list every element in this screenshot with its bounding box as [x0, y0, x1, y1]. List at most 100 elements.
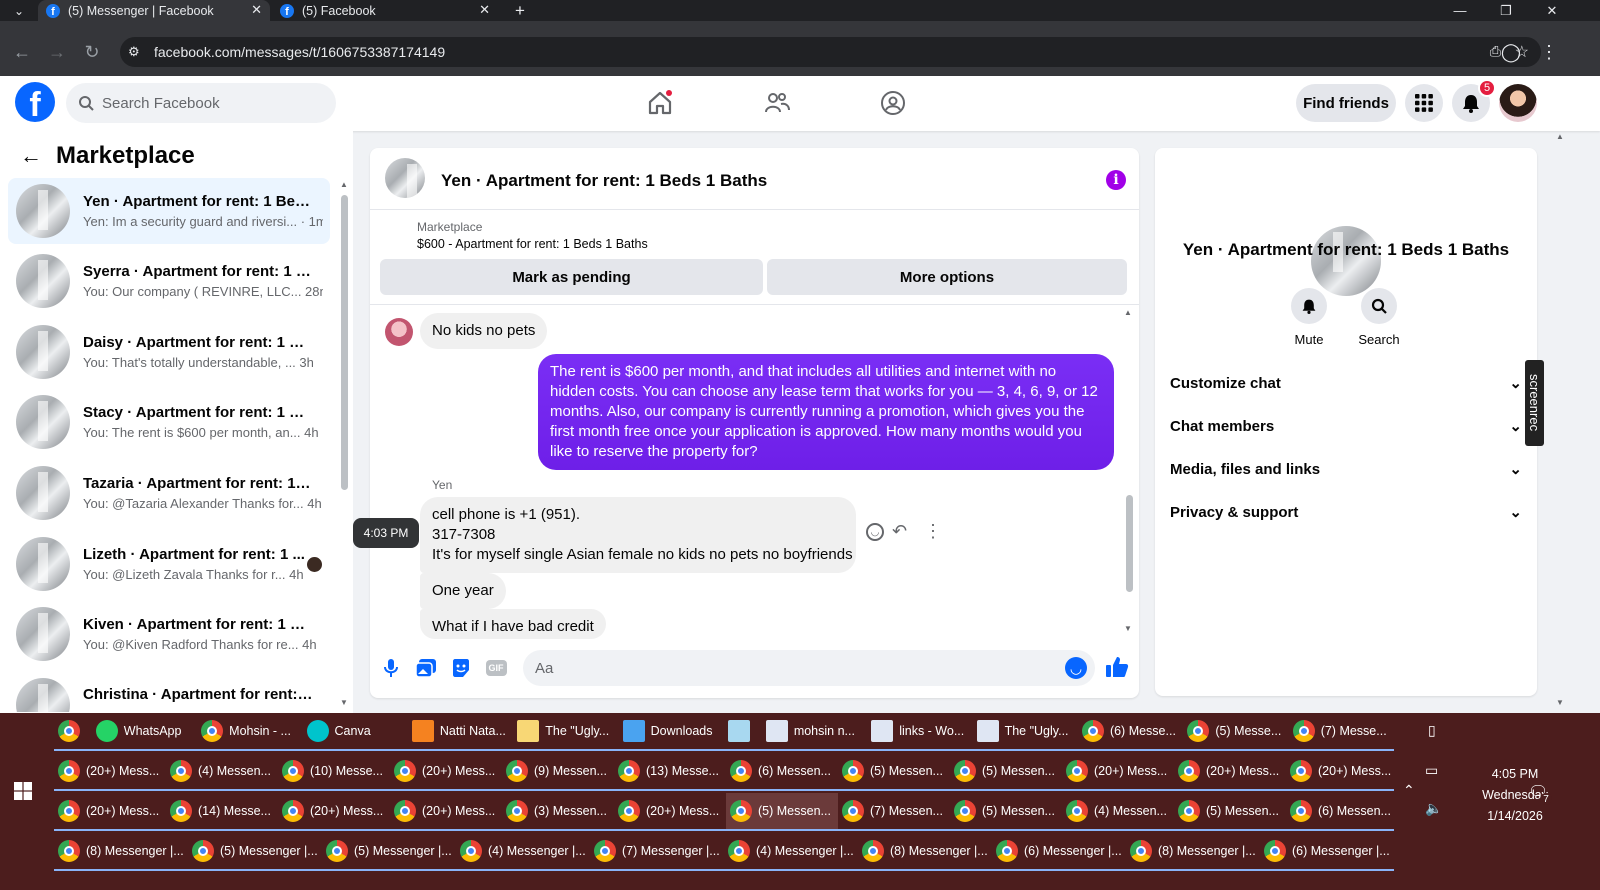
network-icon[interactable]: ▭ — [1425, 762, 1438, 779]
menu-button[interactable] — [1405, 84, 1443, 122]
taskbar-app-word[interactable]: links - Wo... — [867, 713, 973, 751]
privacy-support-row[interactable]: Privacy & support ⌄ — [1170, 503, 1522, 522]
taskbar-app-chrome[interactable]: (8) Messenger |... — [54, 833, 188, 871]
chat-listing-thumbnail[interactable] — [385, 158, 425, 198]
thumbs-up-icon[interactable] — [1105, 655, 1129, 682]
message-bubble-outgoing[interactable]: The rent is $600 per month, and that inc… — [538, 354, 1114, 470]
show-hidden-icons-chevron[interactable]: ⌃ — [1403, 782, 1415, 799]
taskbar-app-word[interactable]: The "Ugly... — [972, 713, 1078, 751]
taskbar-app-chrome[interactable]: (9) Messen... — [502, 753, 614, 791]
reload-icon[interactable]: ↻ — [78, 38, 106, 66]
facebook-logo-icon[interactable]: f — [15, 82, 55, 122]
taskbar-app-chrome[interactable]: (4) Messen... — [166, 753, 278, 791]
tab-messenger[interactable]: f (5) Messenger | Facebook ✕ — [38, 0, 270, 21]
screenrec-widget[interactable]: screenrec — [1525, 360, 1544, 446]
scroll-up-arrow[interactable]: ▲ — [1124, 308, 1132, 317]
chat-members-row[interactable]: Chat members ⌄ — [1170, 417, 1522, 436]
taskbar-app-chrome[interactable]: (4) Messenger |... — [724, 833, 858, 871]
conversation-item[interactable]: Syerra · Apartment for rent: 1 Be... You:… — [8, 248, 330, 314]
taskbar-app-chrome[interactable]: (5) Messen... — [838, 753, 950, 791]
message-bubble-incoming[interactable]: One year — [420, 573, 506, 609]
forward-icon[interactable]: → — [43, 38, 71, 66]
message-bubble-incoming[interactable]: No kids no pets — [420, 313, 548, 349]
minimize-button[interactable]: — — [1437, 0, 1483, 21]
taskbar-app-notepad[interactable] — [724, 713, 762, 751]
close-tab-icon[interactable]: ✕ — [479, 2, 490, 18]
emoji-icon[interactable]: ◡ — [1065, 657, 1087, 679]
taskbar-app-chrome[interactable]: (8) Messenger |... — [858, 833, 992, 871]
start-button[interactable] — [14, 782, 32, 803]
taskbar-app-chrome[interactable]: (8) Messenger |... — [1126, 833, 1260, 871]
taskbar-app-chrome[interactable]: (20+) Mess... — [390, 793, 502, 831]
customize-chat-row[interactable]: Customize chat ⌄ — [1170, 374, 1522, 393]
chat-title[interactable]: Yen · Apartment for rent: 1 Beds 1 Baths — [441, 171, 767, 191]
back-icon[interactable]: ← — [8, 38, 36, 66]
taskbar-app-chrome[interactable]: (6) Messe... — [1077, 713, 1184, 751]
microphone-icon[interactable] — [380, 657, 402, 679]
nav-home-button[interactable] — [605, 83, 715, 123]
tab-facebook[interactable]: f (5) Facebook ✕ — [272, 0, 498, 21]
taskbar-app-chrome[interactable]: (14) Messe... — [166, 793, 278, 831]
react-icon[interactable]: ◡ — [866, 523, 884, 541]
search-facebook-input[interactable]: Search Facebook — [66, 83, 336, 123]
taskbar-app-chrome[interactable]: (6) Messenger |... — [1260, 833, 1394, 871]
details-listing-thumbnail[interactable] — [1311, 226, 1381, 296]
taskbar-app-chrome[interactable]: (20+) Mess... — [1174, 753, 1286, 791]
menu-dots-icon[interactable]: ⋮ — [1535, 38, 1563, 66]
taskbar-app-chrome[interactable]: (4) Messen... — [1062, 793, 1174, 831]
conversation-item[interactable]: Lizeth · Apartment for rent: 1 ... You: @… — [8, 531, 330, 597]
taskbar-app-chrome[interactable]: (13) Messe... — [614, 753, 726, 791]
taskbar-app-chrome[interactable]: (20+) Mess... — [54, 753, 166, 791]
scroll-down-arrow[interactable]: ▼ — [340, 698, 348, 707]
close-tab-icon[interactable]: ✕ — [251, 2, 262, 18]
taskbar-app-chrome[interactable]: (20+) Mess... — [278, 793, 390, 831]
more-options-button[interactable]: More options — [767, 259, 1127, 295]
taskbar-app-chrome[interactable]: (5) Messenger |... — [188, 833, 322, 871]
conversation-item[interactable]: Stacy · Apartment for rent: 1 Bed... You:… — [8, 389, 330, 455]
taskbar-app-chrome[interactable]: (20+) Mess... — [1286, 753, 1394, 791]
taskbar-app-chrome[interactable]: (6) Messen... — [1286, 793, 1394, 831]
taskbar-app-vlc[interactable]: Natti Nata... — [407, 713, 514, 751]
mark-as-pending-button[interactable]: Mark as pending — [380, 259, 763, 295]
message-bubble-incoming[interactable]: What if I have bad credit — [420, 609, 606, 639]
account-avatar[interactable] — [1499, 84, 1537, 122]
taskbar-app-chrome[interactable]: (6) Messen... — [726, 753, 838, 791]
taskbar-app-chrome[interactable]: (5) Messe... — [1183, 713, 1289, 751]
taskbar-app-chrome[interactable]: (7) Messenger |... — [590, 833, 724, 871]
info-icon[interactable]: i — [1106, 170, 1126, 190]
tab-search-button[interactable]: ⌄ — [8, 0, 30, 21]
address-bar[interactable]: ⚙ facebook.com/messages/t/16067533871741… — [120, 37, 1541, 67]
close-window-button[interactable]: ✕ — [1529, 0, 1575, 21]
scroll-up-arrow[interactable]: ▲ — [340, 180, 348, 189]
find-friends-button[interactable]: Find friends — [1296, 84, 1396, 122]
scroll-down-arrow[interactable]: ▼ — [1556, 698, 1564, 707]
gif-icon[interactable]: GIF — [485, 657, 507, 679]
taskbar-app-chrome[interactable]: (3) Messen... — [502, 793, 614, 831]
reply-icon[interactable]: ↶ — [892, 521, 907, 542]
nav-friends-button[interactable] — [722, 83, 832, 123]
taskbar-app-chrome[interactable]: (20+) Mess... — [390, 753, 502, 791]
nav-groups-button[interactable] — [838, 83, 948, 123]
taskbar-app-chrome[interactable]: (4) Messenger |... — [456, 833, 590, 871]
taskbar-app-chrome[interactable]: (7) Messen... — [838, 793, 950, 831]
sticker-icon[interactable] — [450, 657, 472, 679]
more-actions-icon[interactable]: ⋮ — [924, 521, 942, 542]
conversation-item[interactable]: Kiven · Apartment for rent: 1 Be... You: … — [8, 601, 330, 667]
taskbar-app-chrome[interactable]: (5) Messen... — [950, 793, 1062, 831]
listing-summary[interactable]: $600 - Apartment for rent: 1 Beds 1 Bath… — [417, 237, 648, 251]
back-arrow-icon[interactable]: ← — [20, 143, 42, 169]
scroll-up-arrow[interactable]: ▲ — [1556, 132, 1564, 141]
taskbar-app-downloads[interactable]: Downloads — [618, 713, 725, 751]
photo-icon[interactable] — [415, 657, 437, 679]
search-conversation-button[interactable]: Search — [1344, 288, 1414, 347]
taskbar-app-chrome[interactable]: (5) Messen... — [950, 753, 1062, 791]
volume-icon[interactable]: 🔈 — [1425, 800, 1442, 817]
site-info-icon[interactable]: ⚙ — [128, 44, 140, 60]
message-input[interactable]: Aa ◡ — [523, 650, 1095, 686]
message-bubble-incoming[interactable]: cell phone is +1 (951). 317-7308 It's fo… — [420, 497, 856, 573]
taskbar-app-canva[interactable]: Canva — [302, 713, 408, 751]
taskbar-app-chrome[interactable]: (20+) Mess... — [54, 793, 166, 831]
taskbar-app-chrome-active[interactable]: (5) Messen... — [726, 793, 838, 831]
taskbar-app-whatsapp[interactable]: WhatsApp — [91, 713, 198, 751]
sidebar-scrollbar[interactable] — [341, 195, 348, 490]
